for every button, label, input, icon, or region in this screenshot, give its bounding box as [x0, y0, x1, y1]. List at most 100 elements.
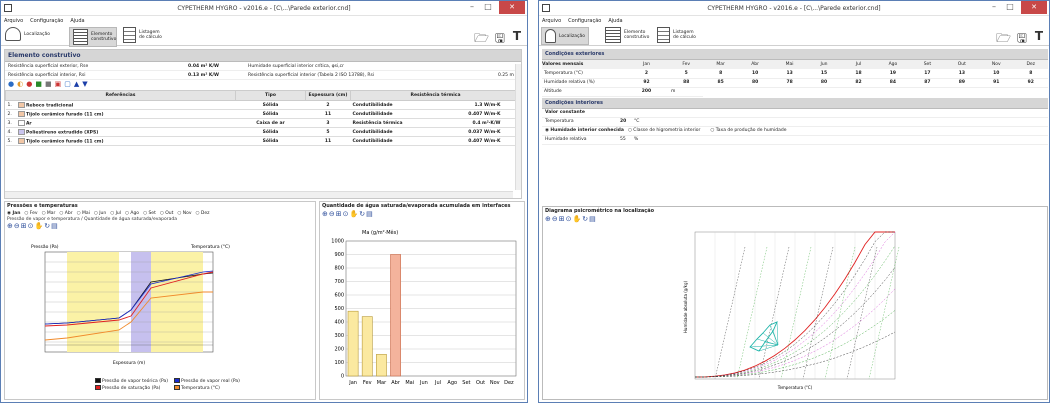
- month-radio-abr[interactable]: ○ Abr: [59, 211, 72, 216]
- humidity-cell[interactable]: 92: [624, 78, 669, 88]
- zoom-window-icon[interactable]: ⊞: [336, 210, 343, 218]
- temperature-cell[interactable]: 5: [668, 69, 704, 79]
- calc-listing-button[interactable]: Listagem de cálculo: [657, 27, 697, 43]
- month-radio-nov[interactable]: ○ Nov: [177, 211, 191, 216]
- zoom-out-icon[interactable]: ⊖: [552, 215, 559, 223]
- humidity-cell[interactable]: 78: [772, 78, 807, 88]
- add-layer-icon[interactable]: ■: [35, 80, 45, 88]
- location-button[interactable]: Localização: [5, 27, 50, 41]
- altitude-value[interactable]: 200: [624, 87, 669, 97]
- edit-icon[interactable]: ▣: [55, 80, 65, 88]
- temperature-cell[interactable]: 10: [979, 69, 1014, 79]
- vertical-scrollbar[interactable]: [515, 64, 521, 190]
- layer-row[interactable]: 2. Tijolo cerâmico furado (11 cm) Sólida…: [5, 109, 521, 119]
- interior-temperature-value[interactable]: 20: [620, 119, 634, 124]
- month-radio-ago[interactable]: ○ Ago: [125, 211, 139, 216]
- save-icon[interactable]: 🖫: [495, 29, 505, 50]
- move-up-icon[interactable]: ▲: [74, 80, 82, 88]
- zoom-fit-icon[interactable]: ⊙: [343, 210, 350, 218]
- close-button[interactable]: ✕: [1021, 1, 1047, 14]
- temperature-cell[interactable]: 15: [806, 69, 842, 79]
- zoom-fit-icon[interactable]: ⊙: [566, 215, 573, 223]
- pan-icon[interactable]: ✋: [35, 222, 45, 230]
- zoom-in-icon[interactable]: ⊕: [322, 210, 329, 218]
- temperature-cell[interactable]: 10: [737, 69, 773, 79]
- menu-ajuda[interactable]: Ajuda: [608, 18, 622, 24]
- print-icon[interactable]: ▤: [51, 222, 59, 230]
- menu-configuracao[interactable]: Configuração: [30, 18, 63, 24]
- month-radio-set[interactable]: ○ Set: [143, 211, 156, 216]
- pan-icon[interactable]: ✋: [350, 210, 360, 218]
- open-folder-icon[interactable]: 🗁: [996, 29, 1011, 50]
- temperature-cell[interactable]: 13: [772, 69, 807, 79]
- temperature-cell[interactable]: 17: [910, 69, 945, 79]
- zoom-out-icon[interactable]: ⊖: [329, 210, 336, 218]
- copy-icon[interactable]: ▢: [64, 80, 74, 88]
- temperature-cell[interactable]: 19: [875, 69, 911, 79]
- month-radio-jul[interactable]: ○ Jul: [110, 211, 121, 216]
- layer-type: Sólida: [235, 136, 306, 146]
- humidity-cell[interactable]: 82: [841, 78, 876, 88]
- zoom-window-icon[interactable]: ⊞: [559, 215, 566, 223]
- month-radio-jan[interactable]: ◉ Jan: [7, 211, 20, 216]
- humidity-cell[interactable]: 84: [875, 78, 911, 88]
- zoom-in-icon[interactable]: ⊕: [7, 222, 14, 230]
- month-radio-fev[interactable]: ○ Fev: [24, 211, 37, 216]
- layer-row[interactable]: 3. Ar Caixa de ar 3 Resistência térmica …: [5, 118, 521, 128]
- interior-humidity-value[interactable]: 55: [620, 137, 634, 142]
- radio-hygrometry-class[interactable]: ○ Classe de higrometria interior: [628, 128, 700, 133]
- print-icon[interactable]: ▤: [589, 215, 597, 223]
- humidity-cell[interactable]: 89: [944, 78, 980, 88]
- month-radio-out[interactable]: ○ Out: [160, 211, 174, 216]
- zoom-window-icon[interactable]: ⊞: [21, 222, 28, 230]
- month-radio-dez[interactable]: ○ Dez: [196, 211, 210, 216]
- pan-icon[interactable]: ✋: [573, 215, 583, 223]
- menu-arquivo[interactable]: Arquivo: [542, 18, 561, 24]
- temperature-cell[interactable]: 8: [703, 69, 738, 79]
- text-icon[interactable]: T: [513, 29, 521, 43]
- temperature-cell[interactable]: 13: [944, 69, 980, 79]
- humidity-cell[interactable]: 85: [703, 78, 738, 88]
- humidity-cell[interactable]: 87: [910, 78, 945, 88]
- maximize-button[interactable]: □: [479, 1, 497, 14]
- layer-row[interactable]: 4. Poliestireno extrudido (XPS) Sólida 5…: [5, 127, 521, 137]
- humidity-cell[interactable]: 80: [806, 78, 842, 88]
- library-icon[interactable]: ■: [45, 80, 55, 88]
- close-button[interactable]: ✕: [499, 1, 525, 14]
- bar-y-tick: 1000: [331, 239, 344, 245]
- zoom-in-icon[interactable]: ⊕: [545, 215, 552, 223]
- humidity-cell[interactable]: 80: [737, 78, 773, 88]
- calc-listing-button[interactable]: Listagem de cálculo: [123, 27, 163, 43]
- location-button[interactable]: Localização: [541, 27, 589, 45]
- month-radio-mai[interactable]: ○ Mai: [77, 211, 90, 216]
- temperature-cell[interactable]: 18: [841, 69, 876, 79]
- month-radio-mar[interactable]: ○ Mar: [42, 211, 56, 216]
- refresh-icon[interactable]: ●: [8, 80, 17, 88]
- radio-moisture-production[interactable]: ○ Taxa de produção de humidade: [710, 128, 786, 133]
- text-icon[interactable]: T: [1035, 29, 1043, 43]
- humidity-cell[interactable]: 88: [668, 78, 704, 88]
- zoom-out-icon[interactable]: ⊖: [14, 222, 21, 230]
- horizontal-scrollbar[interactable]: [5, 191, 513, 198]
- layer-row[interactable]: 5. Tijolo cerâmico furado (11 cm) Sólida…: [5, 136, 521, 146]
- zoom-fit-icon[interactable]: ⊙: [28, 222, 35, 230]
- save-icon[interactable]: 🖫: [1017, 29, 1027, 50]
- settings-icon[interactable]: ◐: [17, 80, 26, 88]
- print-icon[interactable]: ▤: [366, 210, 374, 218]
- month-radio-jun[interactable]: ○ Jun: [94, 211, 106, 216]
- move-down-icon[interactable]: ▼: [82, 80, 90, 88]
- humidity-cell[interactable]: 91: [979, 78, 1014, 88]
- temperature-cell[interactable]: 2: [624, 69, 669, 79]
- delete-icon[interactable]: ●: [26, 80, 35, 88]
- maximize-button[interactable]: □: [1001, 1, 1019, 14]
- menu-configuracao[interactable]: Configuração: [568, 18, 601, 24]
- temperature-cell[interactable]: 8: [1013, 69, 1048, 79]
- layer-row[interactable]: 1. Reboco tradicional Sólida 2 Condutibi…: [5, 100, 521, 110]
- humidity-cell[interactable]: 92: [1013, 78, 1048, 88]
- menu-arquivo[interactable]: Arquivo: [4, 18, 23, 24]
- construction-element-button[interactable]: Elemento construtivo: [605, 27, 649, 43]
- construction-element-button[interactable]: Elemento construtivo: [69, 27, 117, 47]
- radio-known-humidity[interactable]: ◉ Humidade interior conhecida: [545, 128, 624, 133]
- menu-ajuda[interactable]: Ajuda: [70, 18, 84, 24]
- open-folder-icon[interactable]: 🗁: [474, 29, 489, 50]
